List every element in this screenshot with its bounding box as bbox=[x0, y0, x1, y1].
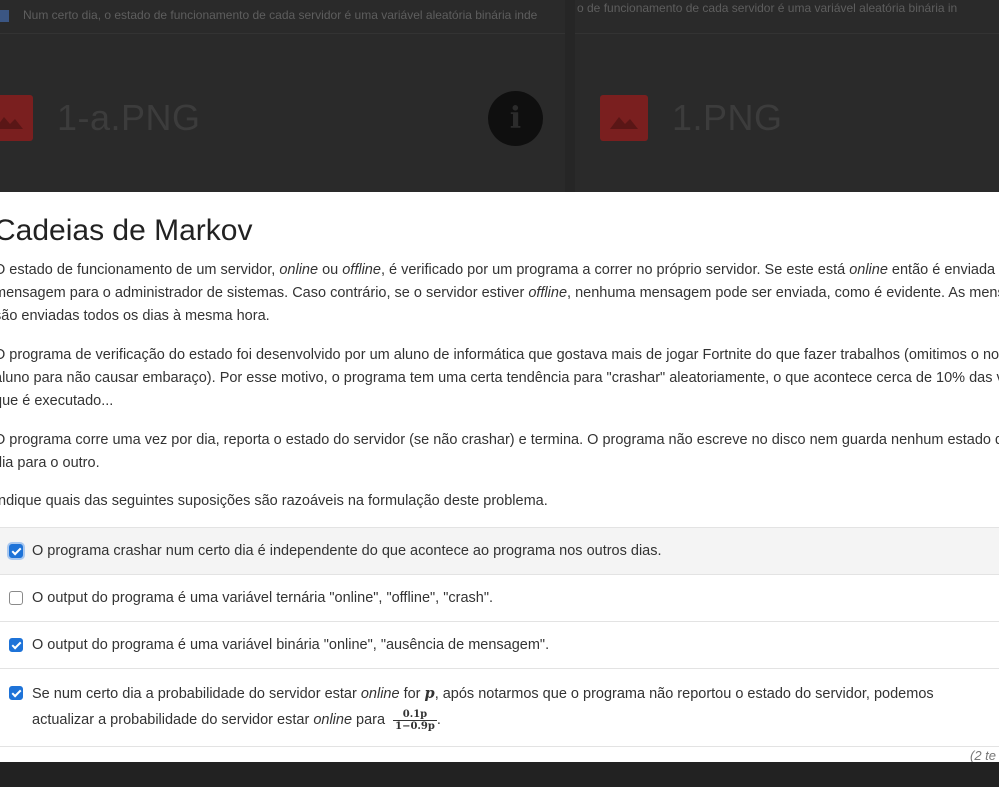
checkbox-unchecked[interactable] bbox=[9, 591, 23, 605]
math-fraction: 0.1p 1−0.9p bbox=[393, 708, 437, 732]
question-modal: Cadeias de Markov O estado de funcioname… bbox=[0, 192, 999, 762]
answer-option-label: O output do programa é uma variável tern… bbox=[32, 590, 494, 606]
attempts-counter: (2 te bbox=[970, 748, 997, 762]
question-paragraph-2: O programa de verificação do estado foi … bbox=[0, 347, 999, 409]
answer-option-label: O programa crashar num certo dia é indep… bbox=[32, 543, 662, 559]
info-icon[interactable]: i bbox=[488, 91, 543, 146]
modal-title: Cadeias de Markov bbox=[0, 214, 253, 247]
file-attachment-left[interactable]: 1-a.PNG bbox=[0, 90, 201, 146]
answer-option-label: Se num certo dia a probabilidade do serv… bbox=[32, 685, 934, 732]
checkbox-checked[interactable] bbox=[9, 544, 23, 558]
file-attachment-right[interactable]: 1.PNG bbox=[600, 90, 783, 146]
background-question-right: o de funcionamento de cada servidor é um… bbox=[575, 0, 999, 34]
answer-option[interactable]: O output do programa é uma variável biná… bbox=[0, 622, 999, 669]
answer-options: O programa crashar num certo dia é indep… bbox=[0, 527, 999, 747]
background-question-left: Num certo dia, o estado de funcionamento… bbox=[0, 0, 565, 34]
background-bottom bbox=[0, 762, 999, 787]
file-name: 1.PNG bbox=[672, 97, 783, 138]
answer-option[interactable]: O programa crashar num certo dia é indep… bbox=[0, 528, 999, 575]
file-name: 1-a.PNG bbox=[57, 97, 201, 138]
checkbox-checked[interactable] bbox=[9, 686, 23, 700]
answer-option[interactable]: Se num certo dia a probabilidade do serv… bbox=[0, 669, 999, 747]
checkbox-checked[interactable] bbox=[9, 638, 23, 652]
image-icon bbox=[600, 95, 648, 141]
math-variable: p bbox=[424, 685, 435, 702]
answer-option[interactable]: O output do programa é uma variável tern… bbox=[0, 575, 999, 622]
question-paragraph-1: O estado de funcionamento de um servidor… bbox=[0, 262, 999, 324]
answer-option-label: O output do programa é uma variável biná… bbox=[32, 637, 550, 653]
image-icon bbox=[0, 95, 33, 141]
question-prompt: Indique quais das seguintes suposições s… bbox=[0, 493, 548, 509]
checkbox-icon bbox=[0, 9, 9, 22]
question-paragraph-3: O programa corre uma vez por dia, report… bbox=[0, 432, 999, 471]
